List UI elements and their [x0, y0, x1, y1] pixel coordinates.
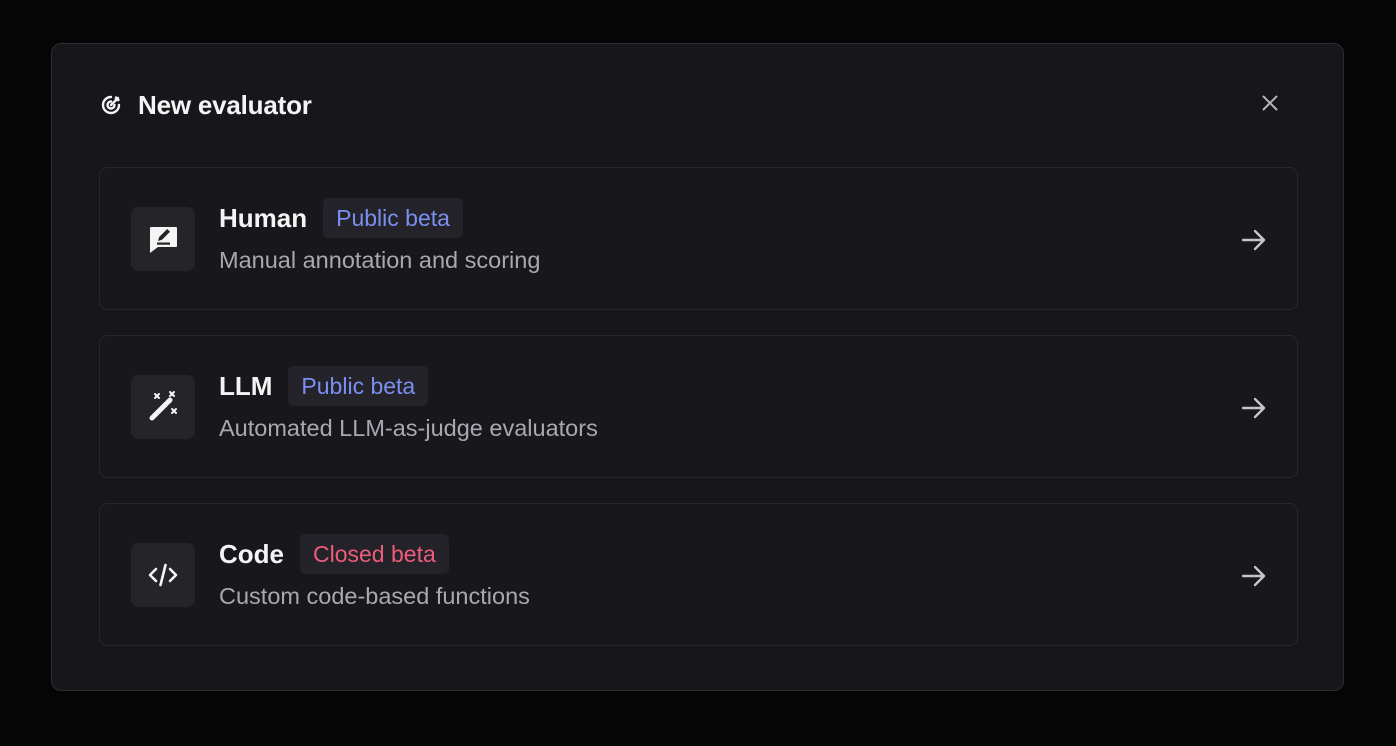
annotate-icon: [131, 207, 195, 271]
dialog-header: New evaluator: [99, 88, 312, 122]
close-icon: [1260, 93, 1280, 118]
arrow-right-icon: [1239, 225, 1269, 255]
status-badge: Public beta: [323, 198, 463, 238]
arrow-right-icon: [1239, 393, 1269, 423]
option-description: Manual annotation and scoring: [219, 247, 541, 273]
code-icon: [131, 543, 195, 607]
magic-wand-icon: [131, 375, 195, 439]
option-title: Code: [219, 538, 284, 569]
option-description: Automated LLM-as-judge evaluators: [219, 415, 598, 441]
option-title: LLM: [219, 370, 273, 401]
status-badge: Closed beta: [300, 534, 449, 574]
backdrop: New evaluator Human Public beta Manual a…: [0, 0, 1396, 746]
option-title: Human: [219, 202, 308, 233]
llm-evaluator-option[interactable]: LLM Public beta Automated LLM-as-judge e…: [99, 335, 1298, 478]
target-icon: [99, 93, 123, 117]
close-button[interactable]: [1257, 92, 1283, 118]
arrow-right-icon: [1239, 561, 1269, 591]
code-evaluator-option[interactable]: Code Closed beta Custom code-based funct…: [99, 503, 1298, 646]
option-description: Custom code-based functions: [219, 583, 530, 609]
human-evaluator-option[interactable]: Human Public beta Manual annotation and …: [99, 167, 1298, 310]
status-badge: Public beta: [288, 366, 429, 406]
dialog-title: New evaluator: [138, 89, 312, 120]
new-evaluator-dialog: New evaluator Human Public beta Manual a…: [51, 43, 1344, 691]
